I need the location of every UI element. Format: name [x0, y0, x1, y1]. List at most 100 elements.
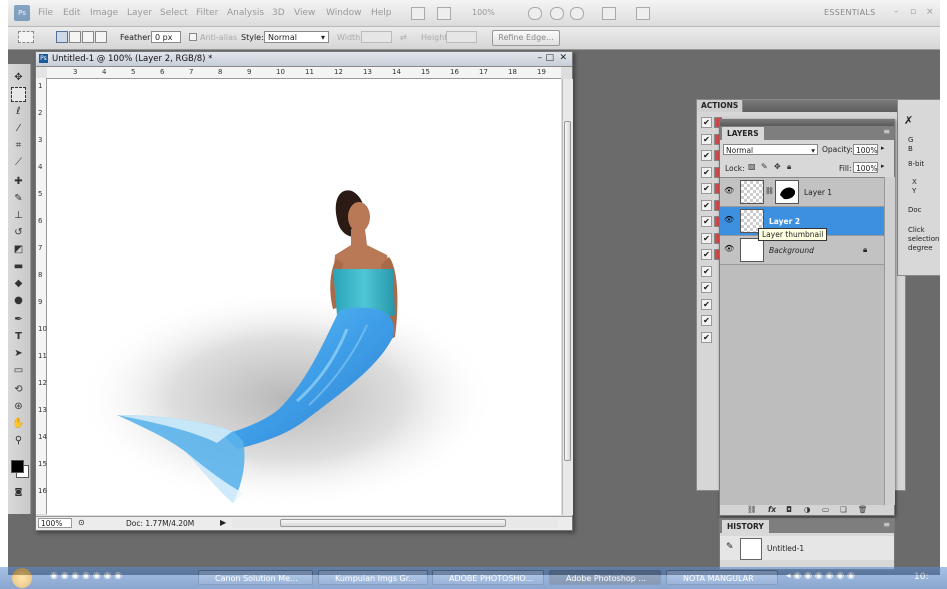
lock-pixels-icon[interactable]: ✎: [761, 163, 769, 171]
taskbar-item[interactable]: Canon Solution Me...: [198, 570, 313, 585]
fill-slider-arrow-icon[interactable]: ▸: [881, 162, 885, 170]
action-toggle-checkbox[interactable]: ✔: [701, 232, 712, 244]
action-toggle-checkbox[interactable]: ✔: [701, 166, 712, 178]
hand-tool-icon[interactable]: [528, 7, 542, 20]
menu-window[interactable]: Window: [326, 8, 362, 18]
view-extras-icon[interactable]: [437, 7, 451, 20]
path-select-icon[interactable]: ➤: [11, 346, 26, 361]
eye-icon[interactable]: 👁︎: [724, 187, 734, 195]
opacity-input[interactable]: 100%: [853, 144, 878, 155]
stamp-icon[interactable]: ⊥: [11, 208, 26, 223]
menu-filter[interactable]: Filter: [196, 8, 218, 18]
layer-name[interactable]: Layer 1: [804, 188, 832, 197]
menu-analysis[interactable]: Analysis: [227, 8, 264, 18]
adjustment-layer-icon[interactable]: ◑: [804, 505, 811, 514]
layer-thumbnail[interactable]: [740, 238, 764, 262]
layer-name[interactable]: Layer 2: [769, 217, 800, 226]
tool-preset-picker[interactable]: [18, 31, 34, 43]
history-brush-source-icon[interactable]: ✎: [726, 542, 734, 552]
new-group-icon[interactable]: ▭: [822, 505, 829, 514]
feather-input[interactable]: 0 px: [151, 31, 181, 43]
image-canvas[interactable]: [47, 79, 561, 515]
menu-select[interactable]: Select: [160, 8, 188, 18]
brush-icon[interactable]: ✎: [11, 191, 26, 206]
new-layer-icon[interactable]: ❏: [840, 505, 847, 514]
action-toggle-checkbox[interactable]: ✔: [701, 199, 712, 211]
horizontal-scroll-thumb[interactable]: [280, 519, 506, 527]
gradient-icon[interactable]: ▬: [11, 259, 26, 274]
history-brush-icon[interactable]: ↺: [11, 225, 26, 240]
arrange-documents-icon[interactable]: [602, 7, 616, 20]
zoom-field[interactable]: 100%: [38, 518, 72, 528]
width-input[interactable]: [361, 31, 392, 43]
layer-thumbnail[interactable]: [740, 180, 764, 204]
blend-mode-select[interactable]: Normal ▾: [723, 144, 818, 155]
type-icon[interactable]: T: [11, 329, 26, 344]
healing-icon[interactable]: ✚: [11, 174, 26, 189]
3d-orbit-icon[interactable]: ⊛: [11, 399, 26, 414]
fill-input[interactable]: 100%: [853, 162, 878, 173]
action-toggle-checkbox[interactable]: ✔: [701, 183, 712, 194]
quick-select-icon[interactable]: ⁄: [11, 121, 26, 136]
menu-image[interactable]: Image: [90, 8, 118, 18]
tab-layers[interactable]: LAYERS: [722, 127, 764, 140]
layer-row-layer-1[interactable]: 👁︎ ⛓︎ Layer 1: [720, 178, 884, 207]
taskbar-item[interactable]: ADOBE PHOTOSHO...: [432, 570, 544, 585]
new-selection-icon[interactable]: [56, 31, 68, 43]
blur-icon[interactable]: ◆: [11, 276, 26, 291]
taskbar-item[interactable]: NOTA MANGULAR: [666, 570, 778, 585]
zoom-tool-icon[interactable]: [550, 7, 564, 20]
refine-edge-button[interactable]: Refine Edge...: [492, 30, 560, 46]
antialias-checkbox[interactable]: [189, 33, 197, 41]
system-tray-icons[interactable]: ◂ ◉ ◉ ◉ ◉ ◉ ◉: [786, 571, 855, 581]
zoom-icon[interactable]: ⚲: [11, 433, 26, 448]
lasso-icon[interactable]: ℓ: [11, 104, 26, 119]
taskbar-item[interactable]: Kumpulan Imgs Gr...: [318, 570, 428, 585]
layer-mask-thumbnail[interactable]: [775, 180, 799, 204]
eraser-icon[interactable]: ◩: [11, 242, 26, 257]
lock-all-icon[interactable]: 🔒︎: [787, 163, 795, 171]
link-icon[interactable]: ⛓︎: [765, 187, 774, 195]
vertical-scrollbar[interactable]: [562, 79, 573, 515]
launch-bridge-icon[interactable]: [411, 7, 425, 20]
height-input[interactable]: [446, 31, 477, 43]
link-layers-icon[interactable]: ⛓︎: [747, 505, 757, 514]
style-select[interactable]: Normal ▾: [264, 31, 329, 43]
restore-button[interactable]: ▫: [910, 7, 916, 17]
subtract-selection-icon[interactable]: [82, 31, 94, 43]
crop-icon[interactable]: ⌗: [11, 138, 26, 153]
action-toggle-checkbox[interactable]: ✔: [701, 216, 712, 227]
swap-icon[interactable]: ⇄: [400, 33, 407, 42]
3d-rotate-icon[interactable]: ⟲: [11, 382, 26, 397]
dodge-icon[interactable]: ●: [11, 293, 26, 308]
doc-maximize-icon[interactable]: □: [545, 53, 554, 63]
doc-close-icon[interactable]: ✕: [559, 53, 567, 63]
zoom-preview-icon[interactable]: ⊙: [78, 518, 85, 527]
opacity-slider-arrow-icon[interactable]: ▸: [881, 144, 885, 152]
shape-icon[interactable]: ▭: [11, 363, 26, 378]
move-icon[interactable]: ✥: [11, 70, 26, 85]
action-toggle-checkbox[interactable]: ✔: [701, 133, 712, 145]
menu-view[interactable]: View: [294, 8, 315, 18]
layers-scrollbar[interactable]: [884, 177, 895, 505]
menu-layer[interactable]: Layer: [127, 8, 152, 18]
vertical-ruler[interactable]: 1 2 3 4 5 6 7 8 9 10 11 12 13 14 15 16: [36, 78, 47, 514]
quick-launch-icons[interactable]: ◉ ◉ ◉ ◉ ◉ ◉ ◉: [50, 571, 122, 581]
intersect-selection-icon[interactable]: [95, 31, 107, 43]
quick-mask-icon[interactable]: ◙: [11, 484, 26, 499]
lock-position-icon[interactable]: ✥: [774, 163, 782, 171]
eye-icon[interactable]: 👁︎: [724, 245, 734, 253]
doc-minimize-icon[interactable]: –: [538, 53, 543, 63]
pen-icon[interactable]: ✒: [11, 312, 26, 327]
taskbar-item-active[interactable]: Adobe Photoshop ...: [549, 570, 661, 585]
action-toggle-checkbox[interactable]: ✔: [701, 117, 712, 128]
workspace-switcher[interactable]: ESSENTIALS: [824, 8, 876, 17]
hand-icon[interactable]: ✋: [11, 416, 26, 431]
action-toggle-checkbox[interactable]: ✔: [701, 265, 712, 277]
add-to-selection-icon[interactable]: [69, 31, 81, 43]
action-toggle-checkbox[interactable]: ✔: [701, 282, 712, 293]
menu-edit[interactable]: Edit: [63, 8, 80, 18]
panel-menu-icon[interactable]: ≡: [883, 520, 890, 529]
menu-help[interactable]: Help: [371, 8, 392, 18]
close-button[interactable]: ×: [926, 7, 934, 17]
